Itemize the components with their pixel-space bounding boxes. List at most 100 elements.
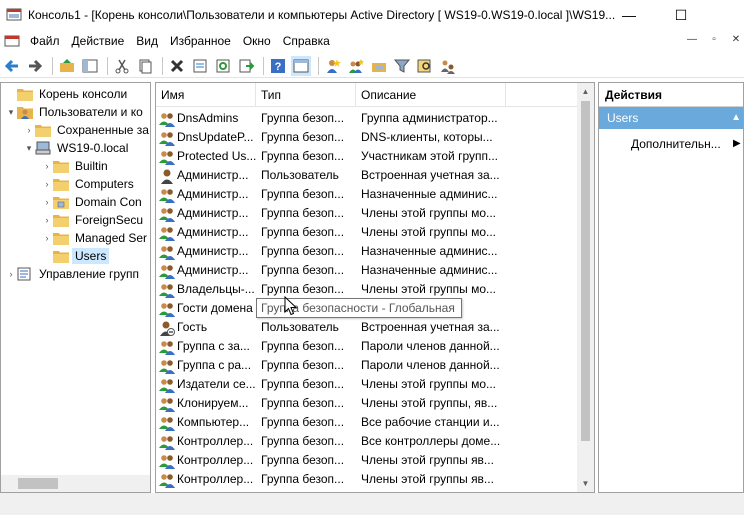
cell-type: Группа безоп... xyxy=(261,434,345,448)
actions-section-users[interactable]: Users ▲ xyxy=(599,107,743,129)
mdi-restore-button[interactable]: ▫ xyxy=(706,32,722,48)
find-icon[interactable] xyxy=(415,56,435,76)
tree-node[interactable]: › Управление групп xyxy=(5,265,142,283)
export-list-icon[interactable] xyxy=(236,56,256,76)
list-row[interactable]: DnsUpdateP... Группа безоп... DNS-клиенты,… xyxy=(156,128,577,147)
filter-icon[interactable] xyxy=(392,56,412,76)
mdi-close-button[interactable]: ✕ xyxy=(728,32,744,48)
svg-text:?: ? xyxy=(275,61,282,73)
tree-node[interactable]: ▾ Пользователи и ко xyxy=(5,103,146,121)
title-bar: Консоль1 - [Корень консоли\Пользователи … xyxy=(0,0,744,30)
tree-node[interactable]: › Domain Con xyxy=(41,193,145,211)
menu-item[interactable]: Вид xyxy=(130,30,164,52)
list-row[interactable]: Группа с ра... Группа безоп... Пароли член… xyxy=(156,356,577,375)
expand-right-icon[interactable]: › xyxy=(5,269,17,279)
tree-node[interactable]: Корень консоли xyxy=(5,85,130,103)
list-row[interactable]: Администр... Пользователь Встроенная учетн… xyxy=(156,166,577,185)
console-tree-pane[interactable]: Корень консоли ▾ Пользователи и ко › Сохране… xyxy=(0,82,151,493)
tree-horizontal-scrollbar[interactable] xyxy=(1,475,150,492)
menu-item[interactable]: Действие xyxy=(66,30,131,52)
expand-down-icon[interactable]: ▾ xyxy=(23,143,35,154)
tree-node[interactable]: › Managed Ser xyxy=(41,229,150,247)
add-to-group-icon[interactable] xyxy=(438,56,458,76)
menu-item[interactable]: Избранное xyxy=(164,30,237,52)
cell-description: Члены этой группы мо... xyxy=(361,206,496,220)
show-action-pane-icon[interactable] xyxy=(291,55,311,76)
mdi-minimize-button[interactable]: — xyxy=(684,32,700,48)
group-icon xyxy=(159,377,175,393)
properties-icon[interactable] xyxy=(190,56,210,76)
new-group-icon[interactable] xyxy=(346,56,366,76)
list-row[interactable]: Издатели се... Группа безоп... Члены этой … xyxy=(156,375,577,394)
list-row[interactable]: Клонируем... Группа безоп... Члены этой гр… xyxy=(156,394,577,413)
cell-description: Пароли членов данной... xyxy=(361,358,500,372)
list-row[interactable]: Администр... Группа безоп... Назначенные а… xyxy=(156,242,577,261)
expand-right-icon[interactable]: › xyxy=(41,179,53,189)
tree-node-label: WS19-0.local xyxy=(57,141,129,155)
results-list-pane[interactable]: Имя Тип Описание DnsAdmins Группа безоп..… xyxy=(155,82,595,493)
column-header-name[interactable]: Имя xyxy=(156,83,256,107)
menu-item[interactable]: Справка xyxy=(277,30,336,52)
up-folder-icon[interactable] xyxy=(57,56,77,76)
menu-item[interactable]: Файл xyxy=(24,30,66,52)
back-icon[interactable] xyxy=(2,56,22,76)
list-row[interactable]: Администр... Группа безоп... Назначенные а… xyxy=(156,185,577,204)
maximize-button[interactable]: ☐ xyxy=(658,0,704,30)
tree-node[interactable]: Users xyxy=(41,247,110,265)
expand-right-icon[interactable]: › xyxy=(41,233,53,243)
tree-node[interactable]: › Сохраненные за xyxy=(23,121,150,139)
expand-right-icon[interactable]: › xyxy=(41,161,53,171)
list-row[interactable]: Гость Пользователь Встроенная учетная за..… xyxy=(156,318,577,337)
expand-right-icon[interactable]: › xyxy=(41,215,53,225)
cell-type: Группа безоп... xyxy=(261,282,345,296)
status-bar xyxy=(0,493,744,515)
tree-node[interactable]: ▾ WS19-0.local xyxy=(23,139,131,157)
refresh-icon[interactable] xyxy=(213,56,233,76)
forward-icon[interactable] xyxy=(25,56,45,76)
list-row[interactable]: Владельцы-... Группа безоп... Члены этой г… xyxy=(156,280,577,299)
mmc-menu-icon[interactable] xyxy=(4,33,20,49)
delete-icon[interactable] xyxy=(167,56,187,76)
list-row[interactable]: Protected Us... Группа безоп... Участникам… xyxy=(156,147,577,166)
expand-right-icon[interactable]: › xyxy=(23,125,35,135)
tree-node[interactable]: › Builtin xyxy=(41,157,111,175)
collapse-arrow-icon[interactable]: ▲ xyxy=(731,107,741,129)
list-row[interactable]: Контроллер... Группа безоп... Все контролл… xyxy=(156,432,577,451)
list-row[interactable]: Компьютер... Группа безоп... Все рабочие с… xyxy=(156,413,577,432)
column-header-description[interactable]: Описание xyxy=(356,83,506,107)
mmc-console-icon xyxy=(6,7,22,23)
list-header: Имя Тип Описание xyxy=(156,83,577,107)
submenu-arrow-icon[interactable]: ▶ xyxy=(733,135,741,153)
show-hide-tree-icon[interactable] xyxy=(80,56,100,76)
help-icon[interactable]: ? xyxy=(268,56,288,76)
expand-right-icon[interactable]: › xyxy=(41,197,53,207)
action-more-actions[interactable]: Дополнительн... xyxy=(631,135,721,153)
tree-node[interactable]: › Computers xyxy=(41,175,137,193)
tree-scroll-thumb[interactable] xyxy=(18,478,58,489)
list-scroll-thumb[interactable] xyxy=(581,101,590,441)
list-row[interactable]: Контроллер... Группа безоп... Члены этой г… xyxy=(156,470,577,489)
list-row[interactable]: Администр... Группа безоп... Члены этой гр… xyxy=(156,204,577,223)
list-row[interactable]: Группа с за... Группа безоп... Пароли член… xyxy=(156,337,577,356)
cut-icon[interactable] xyxy=(112,56,132,76)
column-header-type[interactable]: Тип xyxy=(256,83,356,107)
minimize-button[interactable]: — xyxy=(606,0,652,30)
row-name-text: Компьютер... xyxy=(177,415,250,429)
new-user-icon[interactable] xyxy=(323,56,343,76)
cell-type: Группа безоп... xyxy=(261,111,345,125)
list-row[interactable]: Администр... Группа безоп... Члены этой гр… xyxy=(156,223,577,242)
group-icon xyxy=(159,415,175,431)
scroll-down-arrow[interactable]: ▼ xyxy=(577,475,594,492)
expand-down-icon[interactable]: ▾ xyxy=(5,107,17,118)
scroll-up-arrow[interactable]: ▲ xyxy=(577,83,594,100)
list-vertical-scrollbar[interactable]: ▲ ▼ xyxy=(577,83,594,492)
new-ou-icon[interactable] xyxy=(369,56,389,76)
list-row[interactable]: DnsAdmins Группа безоп... Группа администр… xyxy=(156,109,577,128)
list-row[interactable]: Контроллер... Группа безоп... Члены этой г… xyxy=(156,451,577,470)
ou-folder-icon xyxy=(53,195,69,209)
tree-node[interactable]: › ForeignSecu xyxy=(41,211,146,229)
copy-icon[interactable] xyxy=(135,56,155,76)
menu-item[interactable]: Окно xyxy=(237,30,277,52)
list-row[interactable]: Администр... Группа безоп... Назначенные а… xyxy=(156,261,577,280)
ad-users-computers-icon xyxy=(17,105,33,119)
